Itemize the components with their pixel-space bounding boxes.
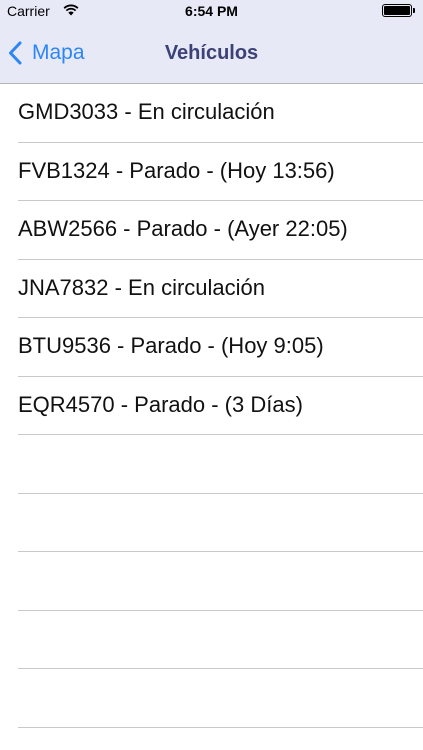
empty-row-separator: [0, 494, 423, 553]
battery-icon: [382, 4, 412, 17]
empty-row-separator: [0, 435, 423, 494]
page-title: Vehículos: [164, 42, 259, 64]
navigation-bar: Mapa Vehículos: [0, 22, 423, 84]
vehicle-row[interactable]: ABW2566 - Parado - (Ayer 22:05): [0, 201, 423, 260]
status-time: 6:54 PM: [185, 3, 238, 19]
vehicle-row-label: JNA7832 - En circulación: [18, 274, 266, 300]
vehicle-row[interactable]: JNA7832 - En circulación: [0, 260, 423, 319]
vehicle-row-label: BTU9536 - Parado - (Hoy 9:05): [18, 333, 324, 358]
vehicle-row-label: FVB1324 - Parado - (Hoy 13:56): [18, 157, 335, 183]
vehicle-row[interactable]: FVB1324 - Parado - (Hoy 13:56): [0, 143, 423, 202]
empty-list-area: [0, 435, 423, 750]
vehicle-row-label: EQR4570 - Parado - (3 Días): [18, 391, 303, 417]
battery-tip: [413, 8, 415, 13]
vehicle-list: GMD3033 - En circulación FVB1324 - Parad…: [0, 84, 423, 435]
vehicle-row-label: ABW2566 - Parado - (Ayer 22:05): [18, 216, 348, 241]
vehicle-row[interactable]: GMD3033 - En circulación: [0, 84, 423, 143]
vehicle-row-label: GMD3033 - En circulación: [18, 99, 275, 124]
empty-row-separator: [0, 611, 423, 670]
status-bar: Carrier 6:54 PM: [0, 0, 423, 22]
vehicle-row[interactable]: EQR4570 - Parado - (3 Días): [0, 377, 423, 436]
empty-row-separator: [0, 669, 423, 728]
battery-level-fill: [384, 6, 410, 15]
vehicle-row[interactable]: BTU9536 - Parado - (Hoy 9:05): [0, 318, 423, 377]
empty-row-separator: [0, 552, 423, 611]
